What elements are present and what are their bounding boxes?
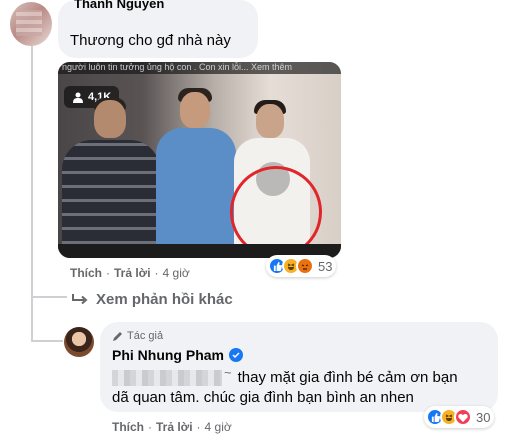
pen-icon <box>113 331 122 341</box>
reply-button[interactable]: Trả lời <box>156 420 193 434</box>
like-button[interactable]: Thích <box>70 266 102 280</box>
comment-thread: Thanh Nguyen Thương cho gđ nhà này người… <box>0 0 513 447</box>
see-more-replies-label: Xem phản hồi khác <box>96 291 233 308</box>
reply-text-line: ~ thay mặt gia đình bé cảm ơn bạn <box>112 365 458 386</box>
avatar[interactable] <box>10 2 52 46</box>
thread-line <box>31 298 33 342</box>
reaction-count: 53 <box>318 258 333 274</box>
see-more-replies-link[interactable]: Xem phản hồi khác <box>72 291 233 308</box>
reply-author-name[interactable]: Phi Nhung Pham <box>112 347 224 363</box>
video-caption: người luôn tin tưởng ủng hộ con . Con xi… <box>62 62 292 72</box>
video-thumbnail[interactable]: người luôn tin tưởng ủng hộ con . Con xi… <box>58 62 341 258</box>
comment-bubble: Thanh Nguyen Thương cho gđ nhà này <box>58 0 258 58</box>
thread-line <box>31 46 33 298</box>
reaction-count: 30 <box>476 409 491 425</box>
reply-timestamp[interactable]: 4 giờ <box>205 420 232 434</box>
thread-line <box>31 340 63 342</box>
reaction-summary[interactable]: 53 <box>266 255 337 277</box>
comment-author[interactable]: Thanh Nguyen <box>74 0 164 11</box>
author-badge-label: Tác giả <box>127 330 164 342</box>
redacted-mention <box>112 369 222 386</box>
people-icon <box>73 92 83 103</box>
avatar[interactable] <box>64 327 94 357</box>
like-button[interactable]: Thích <box>112 420 144 434</box>
reply-text: thay mặt gia đình bé cảm ơn bạn <box>237 369 458 386</box>
comment-text: Thương cho gđ nhà này <box>70 32 231 49</box>
reply-bubble: Tác giả Phi Nhung Pham ~ thay mặt gia đì… <box>100 322 498 412</box>
comment-timestamp[interactable]: 4 giờ <box>163 266 190 280</box>
reply-author[interactable]: Phi Nhung Pham <box>112 347 243 363</box>
thread-line <box>31 296 67 298</box>
reply-actions: Thích · Trả lời · 4 giờ <box>112 420 232 434</box>
reply-text: dã quan tâm. chúc gia đình bạn bình an n… <box>112 389 414 406</box>
verified-icon <box>229 348 243 362</box>
reaction-summary[interactable]: 30 <box>424 406 495 428</box>
reply-arrow-icon <box>72 293 88 304</box>
angry-icon <box>296 257 314 275</box>
comment-actions: Thích · Trả lời · 4 giờ <box>70 266 190 280</box>
love-icon <box>454 408 472 426</box>
reply-button[interactable]: Trả lời <box>114 266 151 280</box>
author-badge: Tác giả <box>112 330 163 342</box>
